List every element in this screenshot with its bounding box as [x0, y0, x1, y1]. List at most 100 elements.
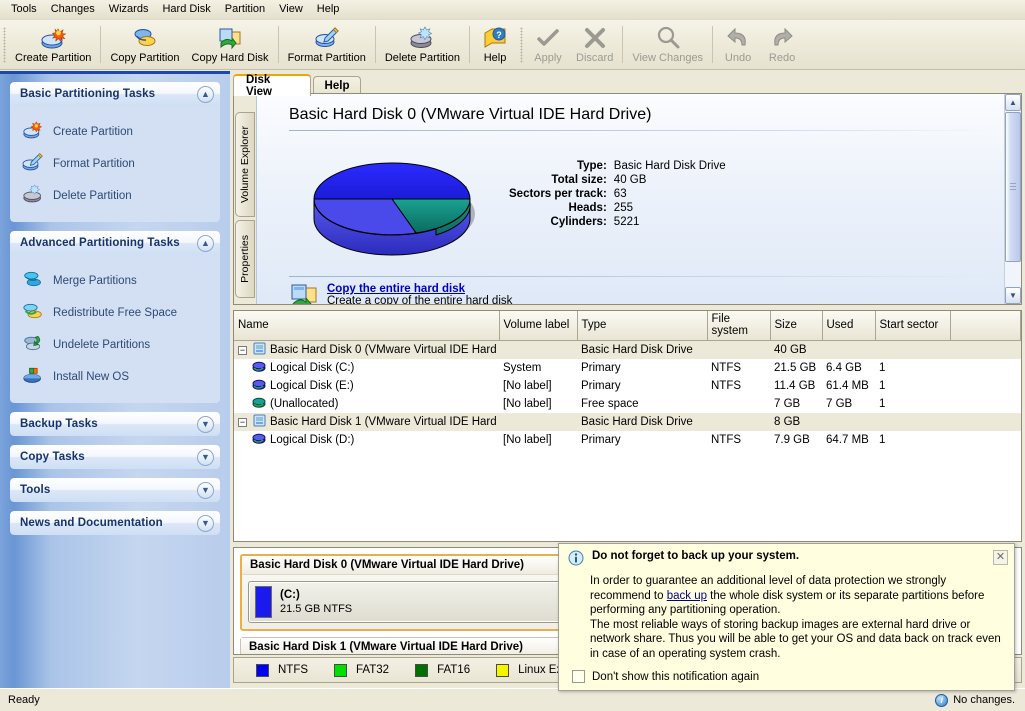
column-header-used[interactable]: Used [822, 311, 876, 341]
toolbar-view-changes-button[interactable]: View Changes [626, 20, 709, 69]
column-header-file-system[interactable]: File system [707, 311, 771, 341]
column-header-name[interactable]: Name [234, 311, 500, 341]
toolbar-delete-partition-button[interactable]: Delete Partition [379, 20, 466, 69]
toolbar-grip[interactable] [0, 20, 9, 69]
column-header-type[interactable]: Type [577, 311, 708, 341]
menu-item-tools[interactable]: Tools [4, 1, 44, 18]
chevron-down-icon[interactable]: ▼ [197, 448, 214, 466]
table-row[interactable]: Logical Disk (C:) System Primary NTFS 21… [234, 359, 1021, 377]
cell-file-system [707, 340, 770, 359]
partition-label: (C:) [280, 589, 300, 601]
table-row[interactable]: − Basic Hard Disk 1 (VMware Virtual IDE … [234, 413, 1021, 431]
table-row[interactable]: − Basic Hard Disk 0 (VMware Virtual IDE … [234, 340, 1021, 359]
tab-strip: Disk View Help [233, 74, 1025, 98]
table-header-row: Name Volume label Type File system Size … [234, 311, 1021, 341]
sidebar-panel-header[interactable]: Backup Tasks ▼ [10, 412, 220, 436]
scrollbar-thumb[interactable] [1005, 112, 1021, 262]
menu-item-partition[interactable]: Partition [218, 1, 272, 18]
toolbar-create-partition-button[interactable]: Create Partition [9, 20, 97, 69]
copy-entire-hard-disk-link[interactable]: Copy the entire hard disk [327, 283, 465, 295]
close-icon[interactable]: ✕ [993, 550, 1008, 565]
sidebar-panel-header[interactable]: Basic Partitioning Tasks ▲ [10, 82, 220, 106]
cell-name: Logical Disk (D:) [234, 431, 499, 449]
sidebar-item-label: Undelete Partitions [53, 338, 151, 351]
disk-view-scrollbar[interactable]: ▲ ▼ [1004, 94, 1021, 304]
cell-volume-label: [No label] [499, 431, 577, 449]
copy-hard-disk-action[interactable]: Copy the entire hard disk Create a copy … [279, 277, 1004, 304]
cell-filler [950, 340, 1021, 359]
dont-show-again-checkbox[interactable] [572, 670, 585, 683]
cell-start-sector [875, 413, 950, 431]
cell-type: Primary [577, 359, 707, 377]
toolbar-copy-partition-button[interactable]: Copy Partition [104, 20, 185, 69]
column-header-size[interactable]: Size [770, 311, 823, 341]
table-row[interactable]: Logical Disk (D:) [No label] Primary NTF… [234, 431, 1021, 449]
sidebar-panel-title: Backup Tasks [20, 418, 98, 430]
menu-item-help[interactable]: Help [310, 1, 347, 18]
redistribute-free-space-icon [22, 301, 44, 324]
chevron-down-icon[interactable]: ▼ [197, 514, 214, 532]
vertical-tab-properties[interactable]: Properties [235, 220, 255, 298]
menu-item-hard-disk[interactable]: Hard Disk [155, 1, 217, 18]
sidebar-panel-header[interactable]: Copy Tasks ▼ [10, 445, 220, 469]
scroll-up-button[interactable]: ▲ [1005, 94, 1021, 111]
cell-size: 21.5 GB [770, 359, 822, 377]
sidebar-panel-header[interactable]: Advanced Partitioning Tasks ▲ [10, 231, 220, 255]
info-icon [568, 550, 584, 569]
toolbar-undo-button[interactable]: Undo [716, 20, 760, 69]
sidebar-item-format-partition[interactable]: Format Partition [22, 148, 214, 180]
legend-swatch [415, 663, 429, 677]
partition-blue-icon [252, 432, 266, 448]
sidebar-item-delete-partition[interactable]: Delete Partition [22, 180, 214, 212]
sidebar-panel-header[interactable]: Tools ▼ [10, 478, 220, 502]
sidebar-item-create-partition[interactable]: Create Partition [22, 116, 214, 148]
chevron-up-icon[interactable]: ▲ [197, 234, 214, 252]
sidebar-item-undelete-partitions[interactable]: Undelete Partitions [22, 329, 214, 361]
cell-type: Primary [577, 377, 707, 395]
tab-disk-view[interactable]: Disk View [233, 74, 311, 98]
sidebar-item-install-new-os[interactable]: Install New OS [22, 361, 214, 393]
scroll-down-button[interactable]: ▼ [1005, 287, 1021, 304]
expander-toggle[interactable]: − [238, 345, 247, 355]
property-key: Heads: [568, 202, 607, 214]
chevron-down-icon[interactable]: ▼ [197, 415, 214, 433]
toolbar-button-label: View Changes [632, 52, 704, 64]
table-row[interactable]: (Unallocated) [No label] Free space 7 GB… [234, 395, 1021, 413]
toolbar-redo-button[interactable]: Redo [760, 20, 804, 69]
back-up-link[interactable]: back up [667, 590, 707, 602]
menu-item-changes[interactable]: Changes [44, 1, 102, 18]
sidebar-panel-body: Create Partition Format Partition Delete… [10, 106, 220, 222]
sidebar-panel-title: Advanced Partitioning Tasks [20, 237, 180, 249]
partition-blue-icon [252, 360, 266, 376]
sidebar-item-redistribute-free-space[interactable]: Redistribute Free Space [22, 297, 214, 329]
sidebar-panel-header[interactable]: News and Documentation ▼ [10, 511, 220, 535]
toolbar-copy-hard-disk-button[interactable]: Copy Hard Disk [186, 20, 275, 69]
cell-name: − Basic Hard Disk 0 (VMware Virtual IDE … [234, 340, 499, 359]
toolbar-apply-button[interactable]: Apply [526, 20, 570, 69]
cell-type: Free space [577, 395, 707, 413]
menu-item-wizards[interactable]: Wizards [102, 1, 156, 18]
cell-type: Basic Hard Disk Drive [577, 413, 707, 431]
toolbar-grip[interactable] [517, 20, 526, 69]
sidebar-item-label: Merge Partitions [53, 274, 137, 287]
toolbar-discard-button[interactable]: Discard [570, 20, 619, 69]
menu-item-view[interactable]: View [272, 1, 310, 18]
toolbar-format-partition-button[interactable]: Format Partition [282, 20, 372, 69]
chevron-up-icon[interactable]: ▲ [197, 85, 214, 103]
property-key: Cylinders: [550, 216, 607, 228]
toolbar-button-label: Format Partition [287, 52, 366, 64]
expander-toggle[interactable]: − [238, 417, 247, 427]
table-row[interactable]: Logical Disk (E:) [No label] Primary NTF… [234, 377, 1021, 395]
sidebar-item-merge-partitions[interactable]: Merge Partitions [22, 265, 214, 297]
sidebar-item-label: Create Partition [53, 125, 133, 138]
cell-name: Logical Disk (C:) [234, 359, 499, 377]
column-header-filler [950, 311, 1021, 341]
toolbar-help-button[interactable]: ? Help [473, 20, 517, 69]
vertical-tab-volume-explorer[interactable]: Volume Explorer [235, 112, 255, 217]
sidebar: Basic Partitioning Tasks ▲ Create Partit… [0, 71, 230, 688]
column-header-start-sector[interactable]: Start sector [875, 311, 951, 341]
chevron-down-icon[interactable]: ▼ [197, 481, 214, 499]
status-changes-text: No changes. [953, 694, 1015, 706]
column-header-volume-label[interactable]: Volume label [499, 311, 578, 341]
property-value: 5221 [613, 216, 640, 228]
